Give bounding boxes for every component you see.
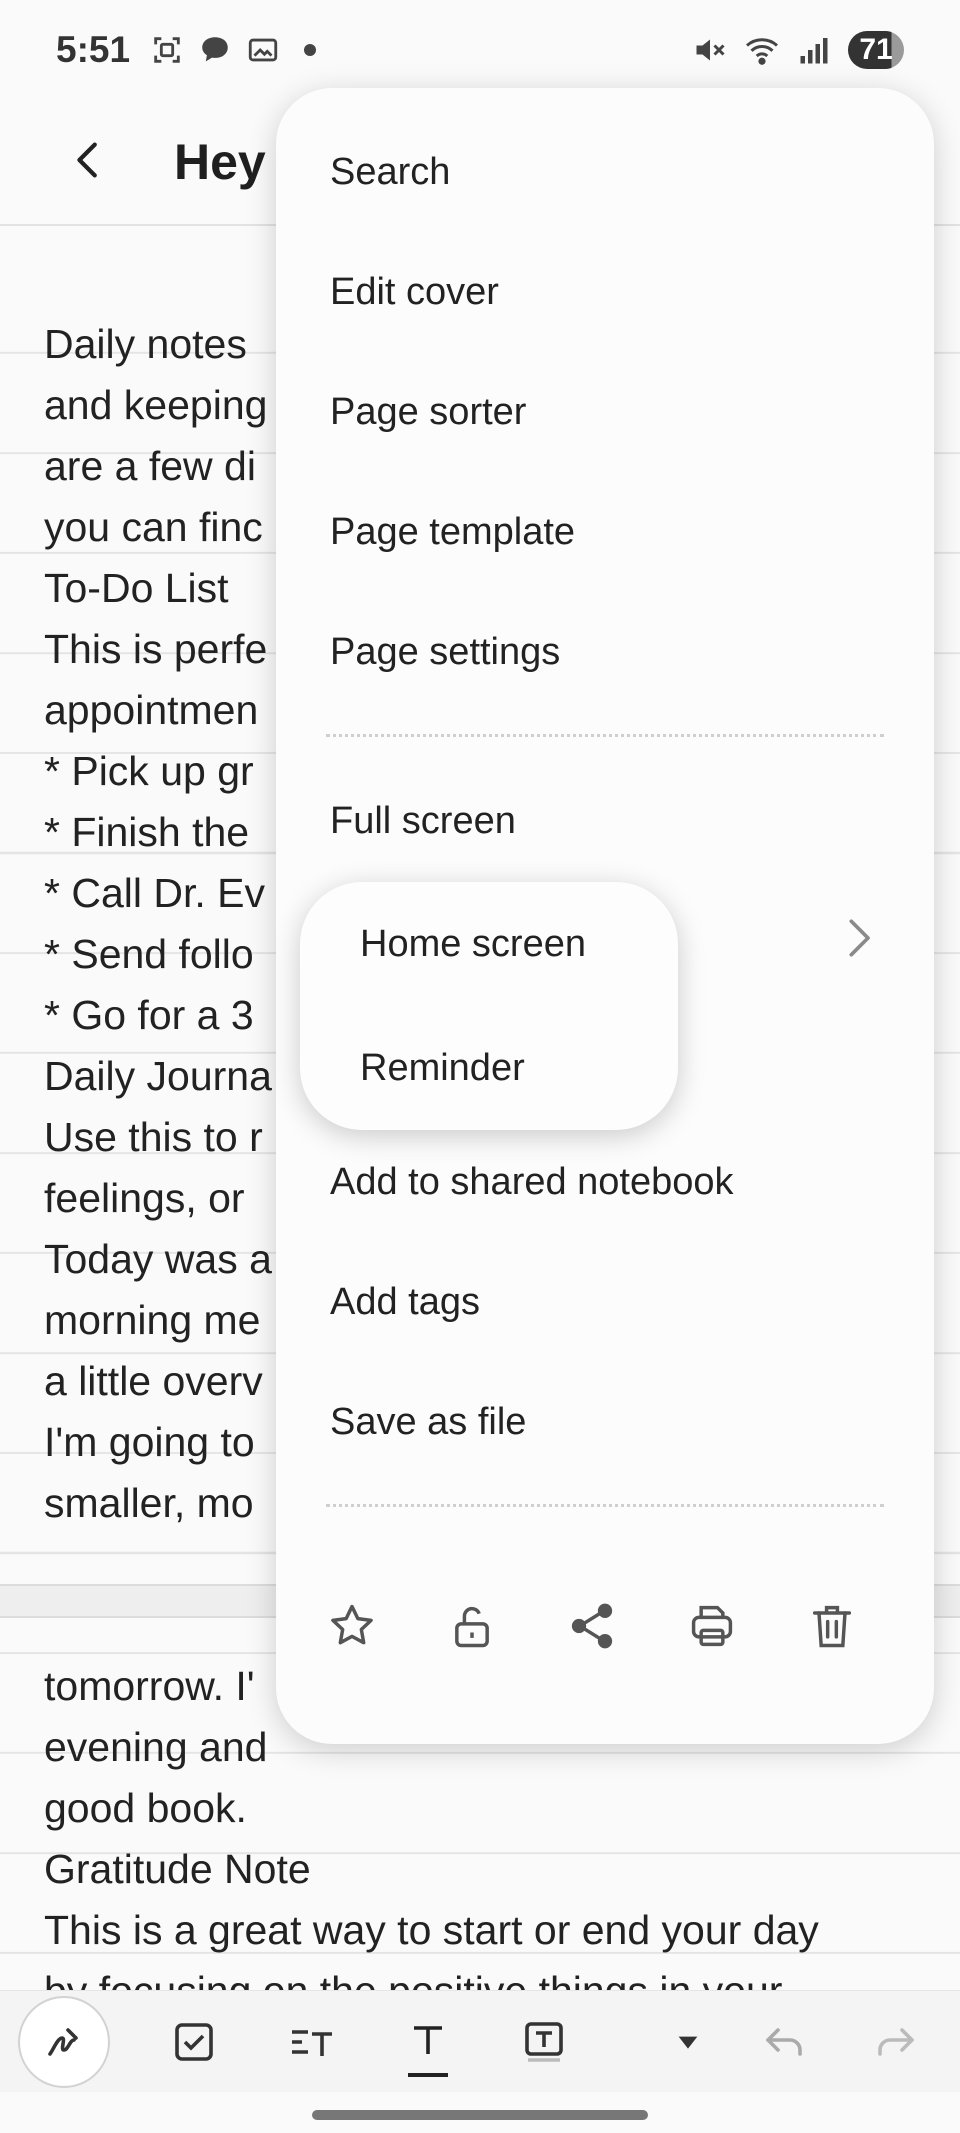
status-bar: 5:51 71 bbox=[0, 0, 960, 100]
home-indicator[interactable] bbox=[312, 2110, 648, 2120]
text-icon bbox=[414, 2026, 442, 2054]
editor-toolbar bbox=[0, 1990, 960, 2092]
battery-indicator: 71 bbox=[848, 31, 904, 69]
undo-button[interactable] bbox=[752, 1991, 816, 2093]
back-button[interactable] bbox=[66, 137, 112, 188]
star-icon bbox=[331, 1604, 373, 1645]
checkbox-button[interactable] bbox=[162, 1991, 226, 2093]
submenu-item-home-screen[interactable]: Home screen bbox=[360, 904, 586, 984]
pen-button[interactable] bbox=[18, 1991, 110, 2093]
status-time: 5:51 bbox=[56, 29, 131, 70]
favorite-button[interactable] bbox=[312, 1586, 392, 1666]
text-box-icon bbox=[525, 2022, 563, 2062]
delete-button[interactable] bbox=[792, 1586, 872, 1666]
chat-icon bbox=[202, 37, 228, 62]
undo-icon bbox=[766, 2028, 802, 2056]
menu-item-page-sorter[interactable]: Page sorter bbox=[330, 372, 526, 452]
redo-icon bbox=[878, 2028, 914, 2056]
dropdown-icon bbox=[678, 2036, 698, 2049]
pen-circle bbox=[18, 1996, 110, 2088]
menu-item-edit-cover[interactable]: Edit cover bbox=[330, 252, 499, 332]
menu-item-add-tags[interactable]: Add tags bbox=[330, 1262, 480, 1342]
share-button[interactable] bbox=[552, 1586, 632, 1666]
lock-button[interactable] bbox=[432, 1586, 512, 1666]
text-format-button[interactable] bbox=[280, 1991, 344, 2093]
menu-item-save-as-file[interactable]: Save as file bbox=[330, 1382, 526, 1462]
note-line: Gratitude Note bbox=[44, 1846, 311, 1892]
wifi-icon bbox=[746, 38, 778, 65]
lock-open-icon bbox=[455, 1606, 489, 1648]
mute-icon bbox=[696, 39, 725, 61]
text-box-button[interactable] bbox=[512, 1991, 576, 2093]
dropdown-button[interactable] bbox=[664, 1991, 712, 2093]
share-icon bbox=[571, 1603, 613, 1649]
pen-icon bbox=[48, 2028, 78, 2056]
photo-icon bbox=[248, 38, 278, 62]
note-line: good book. bbox=[44, 1785, 247, 1831]
trash-icon bbox=[812, 1605, 852, 1648]
print-icon bbox=[691, 1605, 733, 1647]
redo-button[interactable] bbox=[864, 1991, 928, 2093]
system-icons: 71 bbox=[692, 31, 904, 69]
add-to-submenu: Home screen Reminder bbox=[300, 882, 678, 1130]
signal-icon bbox=[800, 38, 828, 64]
menu-item-full-screen[interactable]: Full screen bbox=[330, 781, 516, 861]
notification-icons bbox=[150, 33, 317, 67]
note-line: by focusing on the positive things in yo… bbox=[44, 1961, 924, 1990]
text-format-icon bbox=[292, 2030, 332, 2056]
more-notifications-dot bbox=[304, 44, 317, 56]
menu-item-add-to-shared-notebook[interactable]: Add to shared notebook bbox=[330, 1142, 734, 1222]
text-button[interactable] bbox=[396, 1991, 460, 2093]
screenshot-icon bbox=[154, 37, 180, 63]
chevron-left-icon bbox=[77, 142, 97, 177]
note-line: This is a great way to start or end your… bbox=[44, 1907, 819, 1953]
menu-item-page-settings[interactable]: Page settings bbox=[330, 612, 560, 692]
menu-action-row bbox=[312, 1586, 900, 1666]
chevron-right-icon[interactable] bbox=[838, 910, 878, 966]
checkbox-icon bbox=[175, 2023, 213, 2061]
print-button[interactable] bbox=[672, 1586, 752, 1666]
menu-item-page-template[interactable]: Page template bbox=[330, 492, 575, 572]
menu-item-search[interactable]: Search bbox=[330, 132, 450, 212]
submenu-item-reminder[interactable]: Reminder bbox=[360, 1028, 525, 1108]
menu-divider bbox=[326, 1504, 884, 1507]
menu-divider bbox=[326, 734, 884, 737]
